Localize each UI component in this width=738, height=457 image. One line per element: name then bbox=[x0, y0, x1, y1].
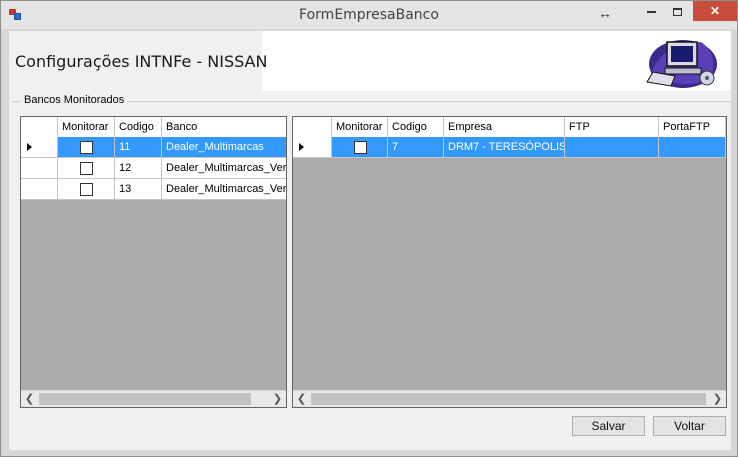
column-header-codigo[interactable]: Codigo bbox=[388, 117, 444, 137]
codigo-cell[interactable]: 13 bbox=[115, 179, 162, 200]
row-selector-arrow-icon bbox=[27, 143, 32, 151]
form-window: FormEmpresaBanco ↔ ✕ Configurações INTNF… bbox=[0, 0, 738, 457]
scroll-thumb[interactable] bbox=[311, 393, 706, 405]
back-button[interactable]: Voltar bbox=[653, 416, 726, 436]
window-title: FormEmpresaBanco bbox=[299, 7, 439, 23]
scroll-right-icon[interactable]: ❯ bbox=[269, 391, 286, 407]
row-header-corner bbox=[293, 117, 332, 137]
scroll-left-icon[interactable]: ❮ bbox=[293, 391, 310, 407]
portaftp-cell[interactable] bbox=[659, 137, 726, 158]
column-header-portaftp[interactable]: PortaFTP bbox=[659, 117, 726, 137]
databases-grid[interactable]: Monitorar Codigo Banco 11 Dealer_Multima… bbox=[20, 116, 287, 408]
row-selector[interactable] bbox=[21, 179, 58, 200]
monitorar-checkbox[interactable] bbox=[80, 141, 93, 154]
ftp-cell[interactable] bbox=[565, 137, 659, 158]
close-button[interactable]: ✕ bbox=[693, 1, 737, 21]
resize-icon: ↔ bbox=[598, 5, 612, 21]
monitorar-cell[interactable] bbox=[58, 137, 115, 158]
companies-grid-header: Monitorar Codigo Empresa FTP PortaFTP bbox=[293, 117, 726, 137]
minimize-button[interactable] bbox=[638, 1, 664, 21]
group-label: Bancos Monitorados bbox=[21, 94, 128, 106]
table-row[interactable]: 11 Dealer_Multimarcas bbox=[21, 137, 286, 158]
scroll-thumb[interactable] bbox=[39, 393, 251, 405]
horizontal-scrollbar[interactable]: ❮ ❯ bbox=[293, 390, 726, 407]
row-selector-arrow-icon bbox=[299, 143, 304, 151]
monitorar-cell[interactable] bbox=[58, 158, 115, 179]
title-bar[interactable]: FormEmpresaBanco ↔ ✕ bbox=[1, 1, 737, 29]
computer-logo-icon bbox=[646, 40, 717, 88]
save-button[interactable]: Salvar bbox=[572, 416, 645, 436]
column-header-monitorar[interactable]: Monitorar bbox=[332, 117, 388, 137]
row-header-corner bbox=[21, 117, 58, 137]
table-row[interactable]: 12 Dealer_Multimarcas_Versao bbox=[21, 158, 286, 179]
form-client-area: Configurações INTNFe - NISSAN Bancos Mon… bbox=[9, 31, 731, 450]
column-header-empresa[interactable]: Empresa bbox=[444, 117, 565, 137]
page-title: Configurações INTNFe - NISSAN bbox=[15, 52, 268, 71]
monitorar-checkbox[interactable] bbox=[80, 183, 93, 196]
minimize-icon bbox=[646, 10, 656, 13]
banco-cell[interactable]: Dealer_Multimarcas_Versao bbox=[162, 158, 286, 179]
column-header-banco[interactable]: Banco bbox=[162, 117, 286, 137]
codigo-cell[interactable]: 7 bbox=[388, 137, 444, 158]
monitorar-checkbox[interactable] bbox=[80, 162, 93, 175]
header-panel: Configurações INTNFe - NISSAN bbox=[9, 31, 731, 91]
banco-cell[interactable]: Dealer_Multimarcas bbox=[162, 137, 286, 158]
codigo-cell[interactable]: 11 bbox=[115, 137, 162, 158]
monitorar-checkbox[interactable] bbox=[354, 141, 367, 154]
column-header-ftp[interactable]: FTP bbox=[565, 117, 659, 137]
row-selector[interactable] bbox=[21, 137, 58, 158]
column-header-monitorar[interactable]: Monitorar bbox=[58, 117, 115, 137]
row-selector[interactable] bbox=[293, 137, 332, 158]
scroll-right-icon[interactable]: ❯ bbox=[709, 391, 726, 407]
maximize-button[interactable] bbox=[664, 1, 690, 21]
scroll-left-icon[interactable]: ❮ bbox=[21, 391, 38, 407]
codigo-cell[interactable]: 12 bbox=[115, 158, 162, 179]
empresa-cell[interactable]: DRM7 - TERESÓPOLIS bbox=[444, 137, 565, 158]
databases-grid-header: Monitorar Codigo Banco bbox=[21, 117, 286, 137]
maximize-icon bbox=[672, 7, 682, 16]
row-selector[interactable] bbox=[21, 158, 58, 179]
table-row[interactable]: 13 Dealer_Multimarcas_Versao bbox=[21, 179, 286, 200]
monitorar-cell[interactable] bbox=[58, 179, 115, 200]
companies-grid[interactable]: Monitorar Codigo Empresa FTP PortaFTP 7 … bbox=[292, 116, 727, 408]
close-icon: ✕ bbox=[709, 4, 721, 18]
horizontal-scrollbar[interactable]: ❮ ❯ bbox=[21, 390, 286, 407]
monitorar-cell[interactable] bbox=[332, 137, 388, 158]
table-row[interactable]: 7 DRM7 - TERESÓPOLIS bbox=[293, 137, 726, 158]
banco-cell[interactable]: Dealer_Multimarcas_Versao bbox=[162, 179, 286, 200]
column-header-codigo[interactable]: Codigo bbox=[115, 117, 162, 137]
